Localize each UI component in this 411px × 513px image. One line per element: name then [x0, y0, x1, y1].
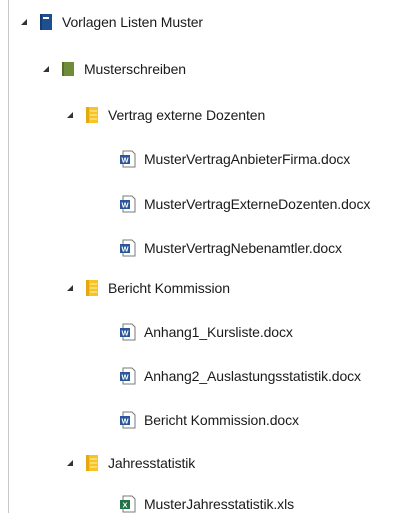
- section-label: Bericht Kommission: [108, 280, 230, 296]
- expand-arrow-icon[interactable]: [19, 17, 29, 27]
- file-label: MusterVertragExterneDozenten.docx: [144, 196, 371, 212]
- tree-node-section[interactable]: Jahresstatistik: [9, 451, 411, 475]
- word-doc-icon: W: [119, 411, 137, 429]
- notebook-tree-pane: Vorlagen Listen Muster Musterschreiben V…: [8, 0, 411, 513]
- notebook-label: Vorlagen Listen Muster: [62, 14, 203, 30]
- word-doc-icon: W: [119, 239, 137, 257]
- word-doc-icon: W: [119, 323, 137, 341]
- tree-node-section[interactable]: Vertrag externe Dozenten: [9, 103, 411, 127]
- file-label: MusterVertragNebenamtler.docx: [144, 240, 342, 256]
- svg-text:W: W: [121, 156, 129, 165]
- file-label: Bericht Kommission.docx: [144, 412, 299, 428]
- section-icon: [83, 279, 101, 297]
- expand-arrow-icon[interactable]: [65, 458, 75, 468]
- excel-doc-icon: X: [119, 495, 137, 513]
- svg-text:W: W: [121, 245, 129, 254]
- expand-arrow-icon[interactable]: [65, 283, 75, 293]
- tree-node-file[interactable]: W Bericht Kommission.docx: [9, 408, 411, 432]
- file-label: MusterJahresstatistik.xls: [144, 496, 294, 512]
- section-group-label: Musterschreiben: [84, 61, 186, 77]
- tree-node-file[interactable]: W MusterVertragAnbieterFirma.docx: [9, 147, 411, 171]
- section-group-icon: [59, 60, 77, 78]
- svg-text:W: W: [121, 373, 129, 382]
- section-icon: [83, 454, 101, 472]
- word-doc-icon: W: [119, 367, 137, 385]
- word-doc-icon: W: [119, 150, 137, 168]
- expand-arrow-icon[interactable]: [65, 110, 75, 120]
- section-icon: [83, 106, 101, 124]
- section-label: Jahresstatistik: [108, 455, 196, 471]
- expand-arrow-icon[interactable]: [41, 64, 51, 74]
- notebook-icon: [37, 13, 55, 31]
- tree-node-file[interactable]: W Anhang1_Kursliste.docx: [9, 320, 411, 344]
- tree-node-file[interactable]: W MusterVertragNebenamtler.docx: [9, 236, 411, 260]
- tree-node-section[interactable]: Bericht Kommission: [9, 276, 411, 300]
- file-label: MusterVertragAnbieterFirma.docx: [144, 151, 351, 167]
- word-doc-icon: W: [119, 195, 137, 213]
- file-label: Anhang2_Auslastungsstatistik.docx: [144, 368, 361, 384]
- svg-text:X: X: [122, 501, 127, 510]
- tree-node-file[interactable]: W MusterVertragExterneDozenten.docx: [9, 192, 411, 216]
- svg-text:W: W: [121, 201, 129, 210]
- tree-node-notebook[interactable]: Vorlagen Listen Muster: [9, 10, 411, 34]
- svg-text:W: W: [121, 329, 129, 338]
- file-label: Anhang1_Kursliste.docx: [144, 324, 293, 340]
- svg-text:W: W: [121, 417, 129, 426]
- tree-node-section-group[interactable]: Musterschreiben: [9, 57, 411, 81]
- tree-node-file[interactable]: W Anhang2_Auslastungsstatistik.docx: [9, 364, 411, 388]
- tree-node-file[interactable]: X MusterJahresstatistik.xls: [9, 492, 411, 513]
- section-label: Vertrag externe Dozenten: [108, 107, 266, 123]
